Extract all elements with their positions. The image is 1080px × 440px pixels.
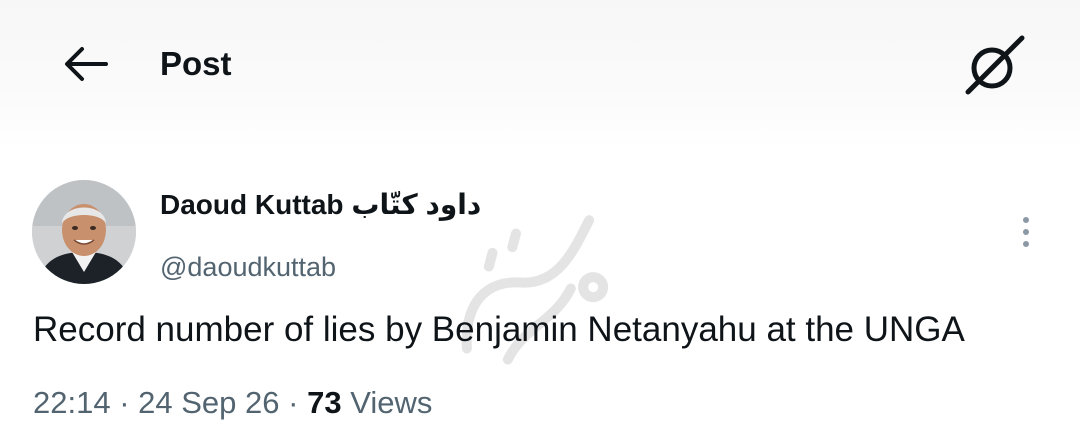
views-label[interactable]: Views: [350, 385, 432, 420]
more-options-button[interactable]: [1010, 210, 1042, 254]
avatar[interactable]: [32, 180, 136, 284]
meta-separator: ·: [288, 385, 299, 420]
meta-separator: ·: [119, 385, 130, 420]
author-handle[interactable]: @daoudkuttab: [160, 250, 336, 284]
post-text: Record number of lies by Benjamin Netany…: [33, 310, 965, 349]
avatar-image: [32, 180, 136, 284]
top-bar: Post: [0, 0, 1080, 148]
back-button[interactable]: [58, 40, 112, 88]
more-vertical-icon: [1023, 217, 1029, 223]
post-time[interactable]: 22:14: [33, 385, 111, 420]
author-display-name[interactable]: Daoud Kuttab داود كتّاب: [160, 188, 481, 222]
post-meta: 22:14 · 24 Sep 26 · 73 Views: [33, 383, 432, 423]
page-title: Post: [160, 45, 232, 82]
more-vertical-icon-dot: [1023, 241, 1029, 247]
back-arrow-icon: [65, 47, 108, 81]
post-date[interactable]: 24 Sep 26: [138, 385, 279, 420]
grok-button[interactable]: [960, 30, 1030, 100]
more-vertical-icon-dot: [1023, 229, 1029, 235]
views-count[interactable]: 73: [307, 385, 341, 420]
grok-icon: [965, 35, 1025, 95]
watermark-logo: [461, 215, 609, 365]
